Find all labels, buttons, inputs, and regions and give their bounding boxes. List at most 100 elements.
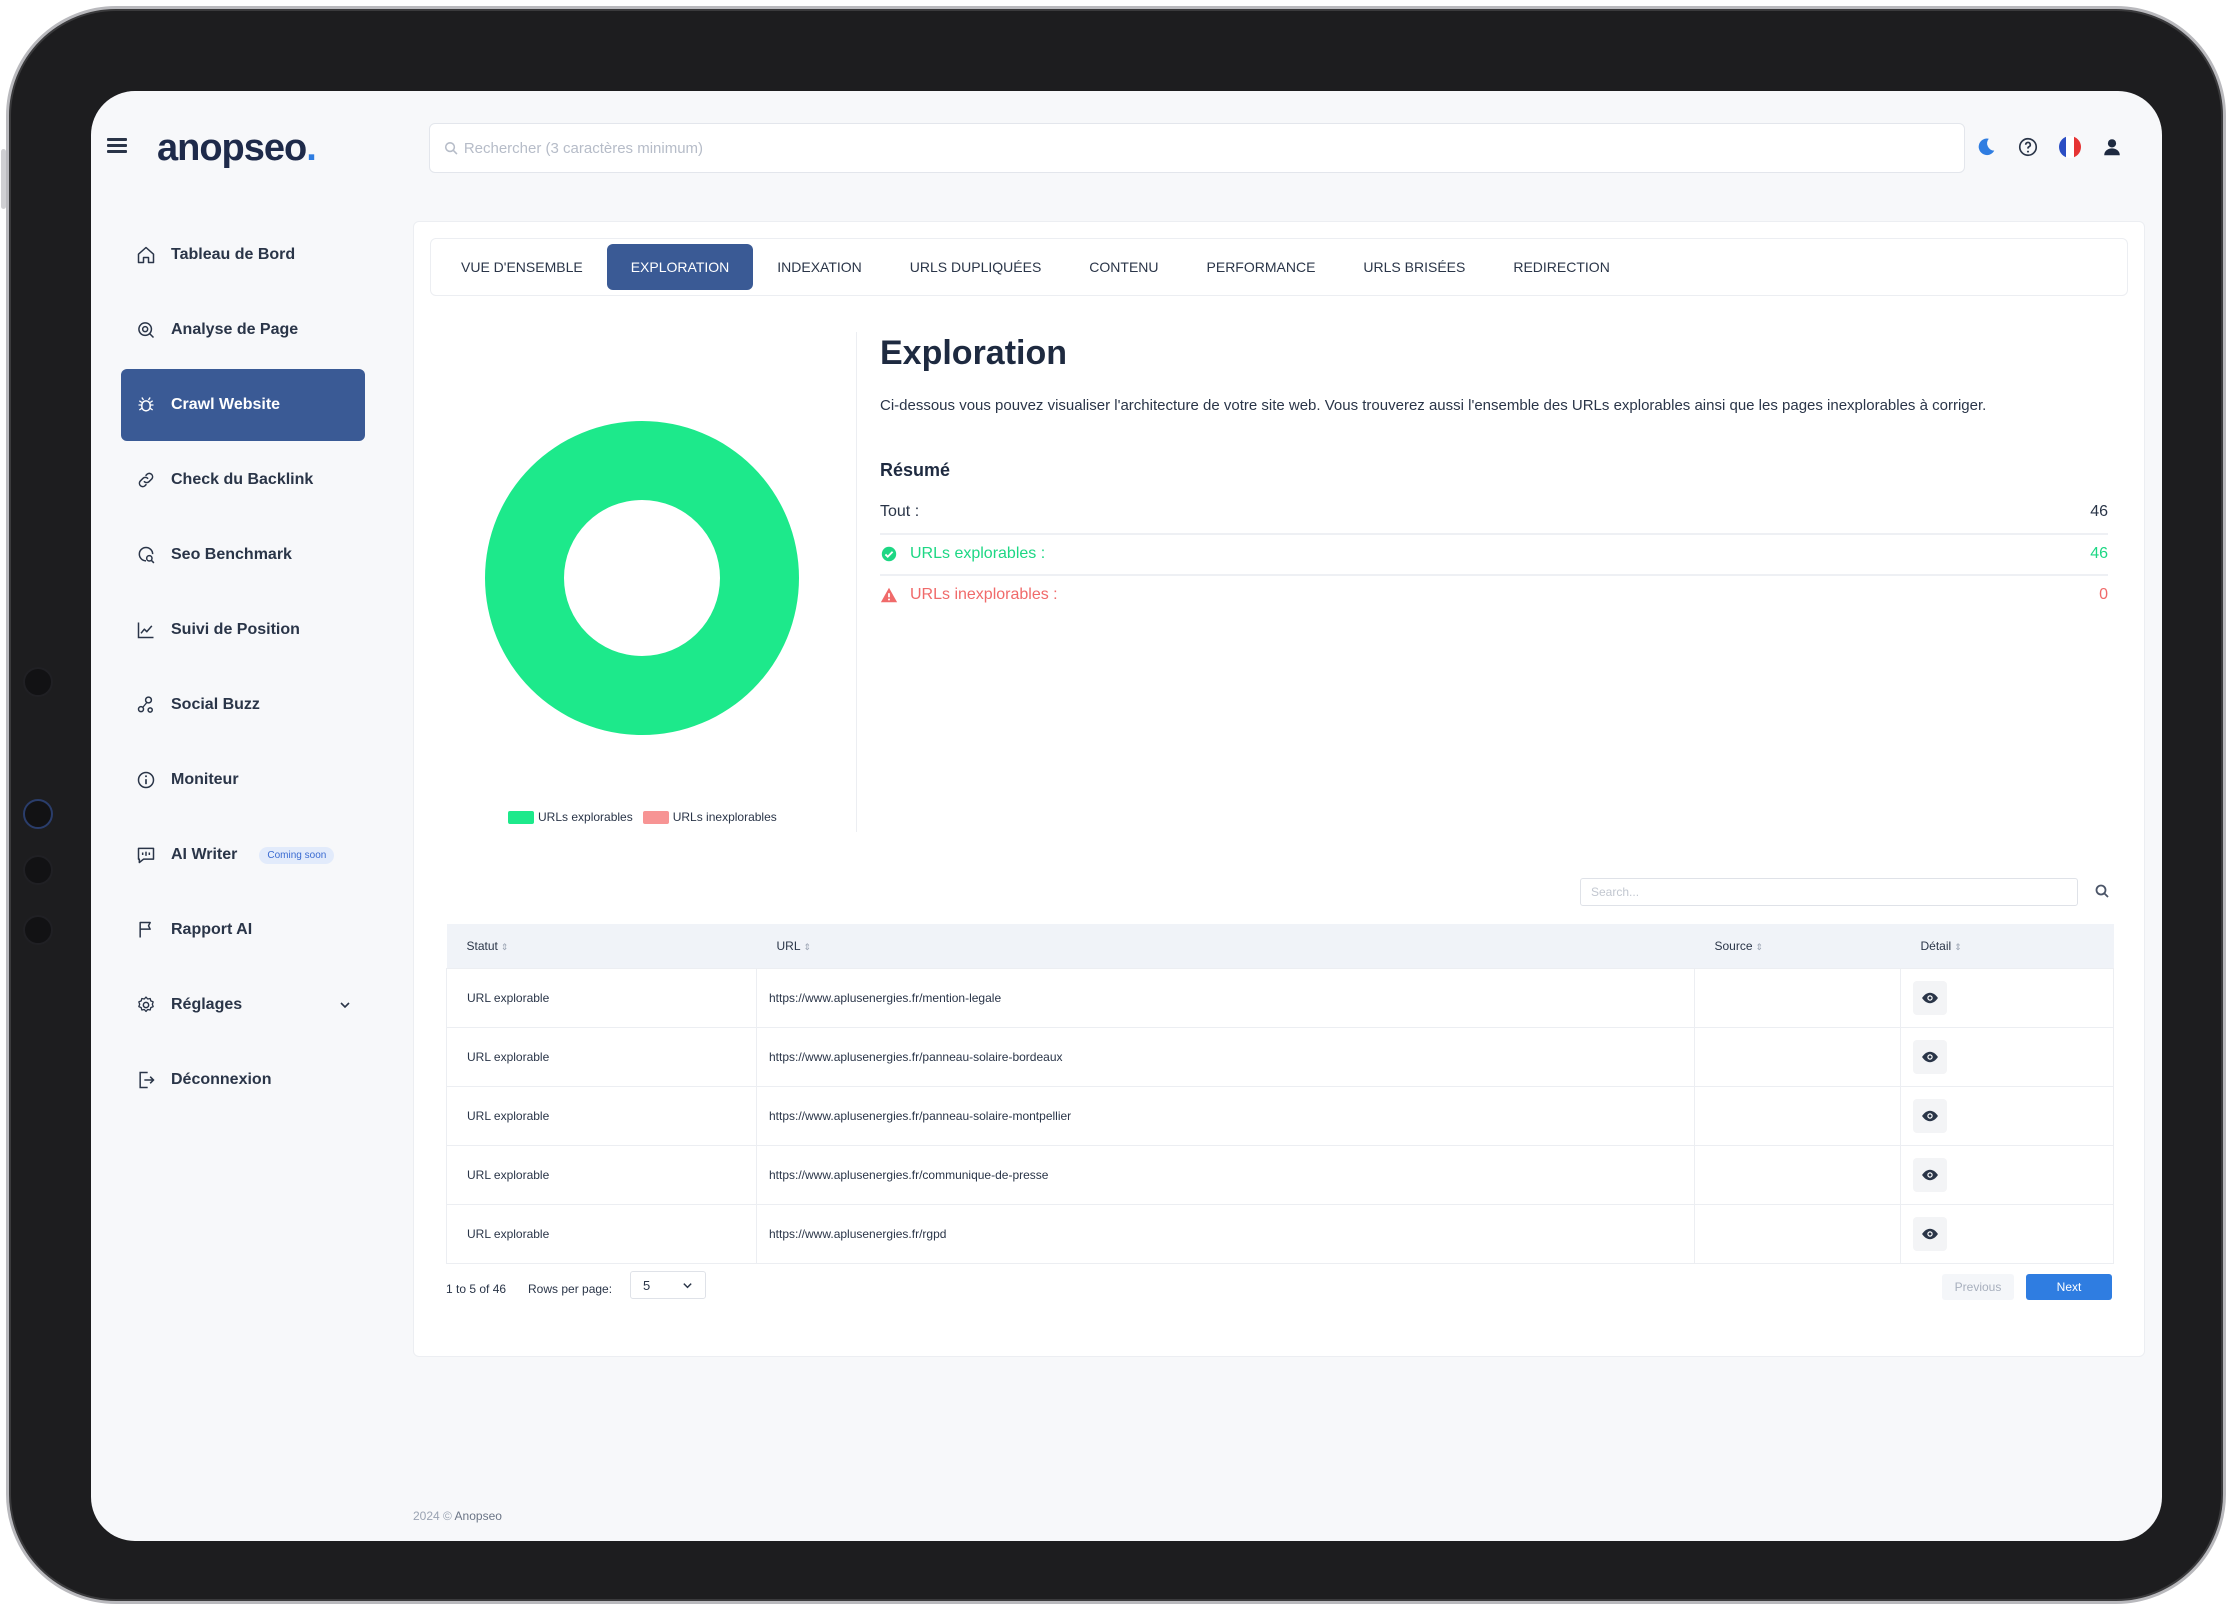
eye-icon — [1922, 1169, 1938, 1180]
eye-icon — [1922, 1228, 1938, 1239]
tab-urls-dupliquees[interactable]: URLS DUPLIQUÉES — [886, 244, 1065, 290]
tab-indexation[interactable]: INDEXATION — [753, 244, 886, 290]
exploration-donut-chart — [485, 421, 799, 735]
cell-url: https://www.aplusenergies.fr/mention-leg… — [756, 967, 1695, 1028]
chevron-down-icon[interactable] — [339, 999, 351, 1011]
global-search-input[interactable] — [463, 139, 1964, 157]
sidebar-item-label: Tableau de Bord — [171, 246, 296, 263]
cell-url: https://www.aplusenergies.fr/panneau-sol… — [756, 1026, 1695, 1087]
sidebar-item-label: Crawl Website — [171, 396, 281, 413]
summary-value: 46 — [2090, 545, 2108, 562]
coming-soon-badge: Coming soon — [259, 846, 335, 864]
summary-row-inexplorables: URLs inexplorables : 0 — [880, 574, 2108, 614]
table-header-row: Statut ⇕ URL ⇕ Source ⇕ Détail ⇕ — [446, 924, 2114, 968]
flag-fr-icon[interactable] — [2058, 135, 2082, 159]
cell-statut: URL explorable — [446, 967, 757, 1028]
page-title: Exploration — [880, 334, 1068, 372]
tab-vue-ensemble[interactable]: VUE D'ENSEMBLE — [437, 244, 607, 290]
footer: 2024 © Anopseo — [413, 1509, 502, 1523]
view-detail-button[interactable] — [1913, 1039, 1947, 1074]
legend-label: URLs explorables — [538, 810, 633, 824]
sidebar-item-label: Check du Backlink — [171, 471, 314, 488]
legend-item-inexplorables[interactable]: URLs inexplorables — [642, 810, 777, 825]
footer-copyright: 2024 © — [413, 1509, 452, 1523]
device-sensor — [23, 667, 53, 697]
sidebar-item-deconnexion[interactable]: Déconnexion — [121, 1044, 365, 1116]
cell-statut: URL explorable — [446, 1026, 757, 1087]
sidebar-item-label: Rapport AI — [171, 921, 253, 938]
section-tabs: VUE D'ENSEMBLE EXPLORATION INDEXATION UR… — [430, 238, 2128, 296]
legend-item-explorables[interactable]: URLs explorables — [508, 810, 633, 825]
footer-brand-link[interactable]: Anopseo — [455, 1509, 502, 1523]
tab-redirection[interactable]: REDIRECTION — [1489, 244, 1633, 290]
search-icon — [444, 142, 458, 155]
summary-value: 46 — [2090, 503, 2108, 520]
global-search-bar[interactable] — [429, 123, 1965, 173]
table-row: URL explorable https://www.aplusenergies… — [446, 1203, 2114, 1264]
tab-contenu[interactable]: CONTENU — [1065, 244, 1182, 290]
table-search-field[interactable] — [1580, 878, 2078, 906]
eye-icon — [1922, 1110, 1938, 1121]
home-icon — [135, 244, 157, 266]
sidebar-item-check-du-backlink[interactable]: Check du Backlink — [121, 444, 365, 516]
user-icon[interactable] — [2100, 135, 2124, 159]
sidebar-item-label: Moniteur — [171, 771, 239, 788]
summary-value: 0 — [2099, 586, 2108, 603]
table-row: URL explorable https://www.aplusenergies… — [446, 967, 2114, 1028]
sidebar-item-ai-writer[interactable]: AI Writer Coming soon — [121, 819, 365, 891]
view-detail-button[interactable] — [1913, 980, 1947, 1015]
cell-statut: URL explorable — [446, 1203, 757, 1264]
moon-icon[interactable] — [1974, 135, 1998, 159]
cell-url: https://www.aplusenergies.fr/communique-… — [756, 1144, 1695, 1205]
table-row: URL explorable https://www.aplusenergies… — [446, 1144, 2114, 1205]
rows-per-page-value: 5 — [643, 1277, 651, 1293]
summary-label: Tout : — [880, 503, 920, 520]
sort-icon[interactable]: ⇕ — [804, 942, 812, 952]
app-logo[interactable]: anopseo. — [157, 127, 317, 170]
search-icon[interactable] — [2094, 883, 2110, 899]
rows-per-page-select[interactable]: 5 — [630, 1271, 706, 1299]
chat-icon — [135, 844, 157, 866]
column-header-statut[interactable]: Statut ⇕ — [446, 924, 757, 968]
sidebar-item-analyse-de-page[interactable]: Analyse de Page — [121, 294, 365, 366]
legend-label: URLs inexplorables — [672, 810, 777, 824]
sidebar-item-reglages[interactable]: Réglages — [121, 969, 365, 1041]
sidebar-item-crawl-website[interactable]: Crawl Website — [121, 369, 365, 441]
sidebar-item-label: AI Writer — [171, 846, 238, 863]
column-header-detail[interactable]: Détail ⇕ — [1900, 924, 2114, 968]
view-detail-button[interactable] — [1913, 1098, 1947, 1133]
cell-source — [1694, 1144, 1901, 1205]
cell-url: https://www.aplusenergies.fr/panneau-sol… — [756, 1085, 1695, 1146]
column-header-source[interactable]: Source ⇕ — [1694, 924, 1901, 968]
sidebar-item-moniteur[interactable]: Moniteur — [121, 744, 365, 816]
tab-exploration[interactable]: EXPLORATION — [606, 244, 754, 290]
column-header-url[interactable]: URL ⇕ — [756, 924, 1695, 968]
donut-slice-0[interactable] — [485, 421, 799, 735]
tab-urls-brisees[interactable]: URLS BRISÉES — [1339, 244, 1489, 290]
hamburger-menu-icon[interactable] — [107, 138, 127, 153]
previous-page-button[interactable]: Previous — [1942, 1274, 2014, 1300]
tab-performance[interactable]: PERFORMANCE — [1183, 244, 1340, 290]
device-side-button — [1, 149, 6, 209]
view-detail-button[interactable] — [1913, 1216, 1947, 1251]
next-page-button[interactable]: Next — [2026, 1274, 2112, 1300]
sort-icon[interactable]: ⇕ — [1954, 942, 1962, 952]
help-icon[interactable] — [2016, 135, 2040, 159]
sort-icon[interactable]: ⇕ — [1756, 942, 1764, 952]
cell-statut: URL explorable — [446, 1144, 757, 1205]
sidebar-item-seo-benchmark[interactable]: Seo Benchmark — [121, 519, 365, 591]
vertical-divider — [856, 332, 857, 832]
sidebar-item-tableau-de-bord[interactable]: Tableau de Bord — [121, 219, 365, 291]
table-search-input[interactable] — [1591, 885, 2077, 899]
cell-source — [1694, 1203, 1901, 1264]
tablet-frame: anopseo. Tableau de Bord — [1, 6, 2226, 1604]
sort-icon[interactable]: ⇕ — [501, 942, 509, 952]
page-description: Ci-dessous vous pouvez visualiser l'arch… — [880, 397, 1987, 414]
logout-icon — [135, 1069, 157, 1091]
sidebar-item-rapport-ai[interactable]: Rapport AI — [121, 894, 365, 966]
sidebar-item-label: Suivi de Position — [171, 621, 300, 638]
sidebar-item-suivi-de-position[interactable]: Suivi de Position — [121, 594, 365, 666]
cell-source — [1694, 1026, 1901, 1087]
view-detail-button[interactable] — [1913, 1157, 1947, 1192]
sidebar-item-social-buzz[interactable]: Social Buzz — [121, 669, 365, 741]
